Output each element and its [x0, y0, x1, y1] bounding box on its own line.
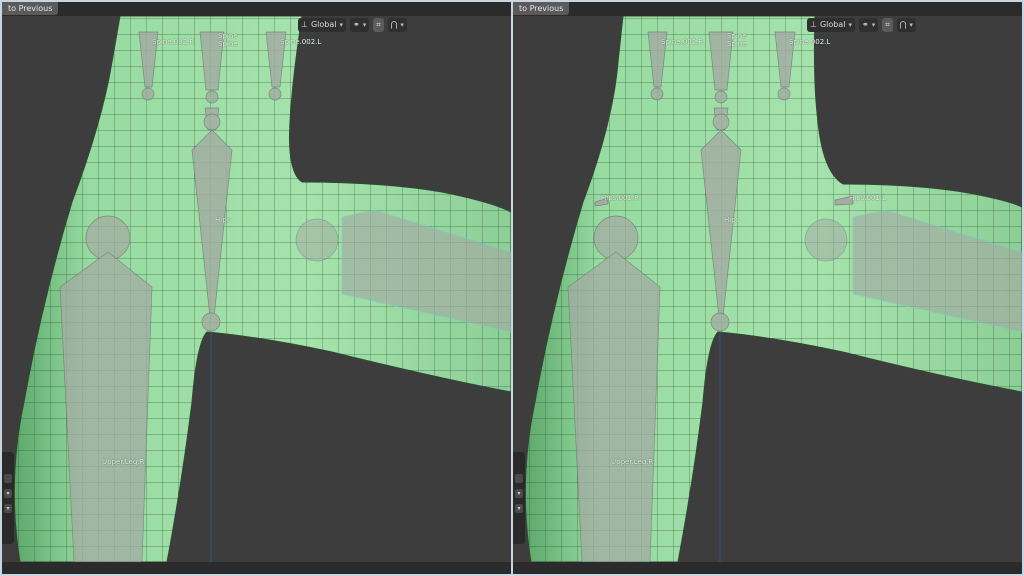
proportional-edit-dropdown[interactable]: ⋂ ▾ — [387, 18, 407, 32]
panel-dropdown[interactable]: ▾ — [4, 504, 12, 513]
viewport-right[interactable]: to Previous ⊥ Global ▾ ⚭ ▾ ⌗ ⋂ ▾ Spine.0… — [513, 2, 1022, 574]
viewport-header-tools-right: ⊥ Global ▾ ⚭ ▾ ⌗ ⋂ ▾ — [807, 17, 916, 33]
axes-icon: ⊥ — [810, 20, 817, 29]
bone-label-hips: Hips — [215, 216, 231, 224]
mesh-left — [13, 15, 511, 563]
viewport-footer-left — [2, 562, 511, 574]
viewport-footer-right — [513, 562, 1022, 574]
bone-label-spine-l: Spine.002.L — [280, 38, 322, 46]
axes-icon: ⊥ — [301, 20, 308, 29]
panel-dropdown[interactable]: ▾ — [515, 489, 523, 498]
transform-orientation-dropdown[interactable]: ⊥ Global ▾ — [298, 18, 347, 32]
snap-toggle[interactable]: ⌗ — [882, 18, 893, 32]
bone-label-spine-top: Spine — [218, 32, 238, 40]
bone-label-hips: Hips — [724, 216, 740, 224]
proportional-edit-dropdown[interactable]: ⋂ ▾ — [896, 18, 916, 32]
chevron-down-icon: ▾ — [909, 21, 913, 29]
chevron-down-icon: ▾ — [339, 21, 344, 29]
bone-label-hips-l: Hips.001.L — [849, 194, 887, 202]
side-panel-left: ▾ ▾ — [2, 452, 14, 544]
bone-label-spine-sub: Spine — [727, 40, 747, 48]
proportional-icon: ⋂ — [390, 20, 398, 29]
snap-icon: ⌗ — [376, 20, 381, 29]
chevron-down-icon: ▾ — [362, 21, 367, 29]
bone-label-hips-r: Hips.001.R — [601, 194, 639, 202]
pivot-icon: ⚭ — [353, 20, 360, 29]
bone-label-upper-leg-r: Upper.Leg.R — [611, 458, 654, 466]
panel-field[interactable] — [515, 474, 523, 483]
viewport-header-right — [513, 2, 1022, 16]
side-panel-right: ▾ ▾ — [513, 452, 525, 544]
bone-label-spine-r: Spine.002.R — [152, 38, 195, 46]
mesh-right — [524, 15, 1022, 563]
transform-orientation-dropdown[interactable]: ⊥ Global ▾ — [807, 18, 856, 32]
chevron-down-icon: ▾ — [871, 21, 876, 29]
panel-field[interactable] — [4, 474, 12, 483]
bone-label-spine-r: Spine.002.R — [661, 38, 704, 46]
back-to-previous-button[interactable]: to Previous — [2, 2, 59, 15]
viewport-header-left — [2, 2, 511, 16]
chevron-down-icon: ▾ — [848, 21, 853, 29]
viewport-header-tools-left: ⊥ Global ▾ ⚭ ▾ ⌗ ⋂ ▾ — [298, 17, 407, 33]
panel-dropdown[interactable]: ▾ — [515, 504, 523, 513]
pivot-icon: ⚭ — [862, 20, 869, 29]
pivot-dropdown[interactable]: ⚭ ▾ — [859, 18, 879, 32]
bone-label-spine-sub: Spine — [218, 40, 238, 48]
proportional-icon: ⋂ — [899, 20, 907, 29]
viewport-left[interactable]: to Previous ⊥ Global ▾ ⚭ ▾ ⌗ ⋂ ▾ Spine.0… — [2, 2, 511, 574]
snap-toggle[interactable]: ⌗ — [373, 18, 384, 32]
chevron-down-icon: ▾ — [400, 21, 404, 29]
back-to-previous-button[interactable]: to Previous — [513, 2, 570, 15]
bone-label-spine-l: Spine.002.L — [789, 38, 831, 46]
panel-dropdown[interactable]: ▾ — [4, 489, 12, 498]
bone-label-spine-top: Spine — [727, 32, 747, 40]
bone-label-upper-leg-r: Upper.Leg.R — [102, 458, 145, 466]
pivot-dropdown[interactable]: ⚭ ▾ — [350, 18, 370, 32]
snap-icon: ⌗ — [885, 20, 890, 29]
